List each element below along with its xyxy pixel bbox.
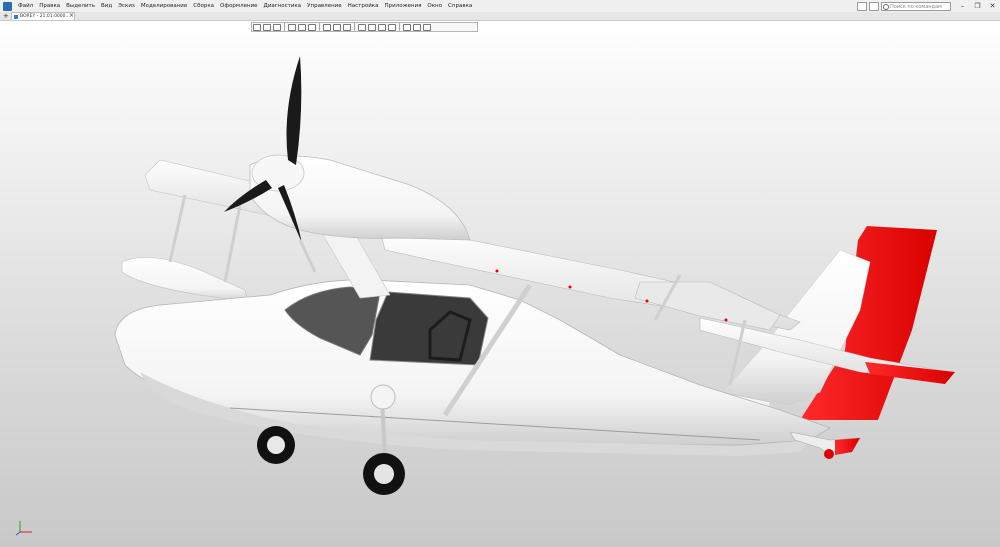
seaplane-model[interactable] (0, 21, 1000, 547)
menu-file[interactable]: Файл (15, 0, 36, 12)
title-right-tools: Поиск по командам (Alt+/) – ❐ ✕ (857, 0, 1000, 18)
gear-hub (370, 384, 396, 410)
new-tab-button[interactable]: + (3, 12, 9, 20)
document-tab[interactable]: BOREY - 21.01.0000... (11, 12, 75, 20)
panel-toggle-button[interactable] (869, 1, 879, 11)
document-tab-bar: + BOREY - 21.01.0000... × (0, 12, 1000, 21)
menu-diagnostics[interactable]: Диагностика (261, 0, 305, 12)
document-tab-label: BOREY - 21.01.0000... (20, 14, 70, 19)
command-search-input[interactable]: Поиск по командам (Alt+/) (881, 1, 951, 18)
marker-dot (645, 299, 649, 303)
menu-settings[interactable]: Настройка (345, 0, 382, 12)
layout-button[interactable] (857, 1, 867, 11)
coordinate-triad-icon (15, 521, 32, 536)
menu-view[interactable]: Вид (98, 0, 115, 12)
menu-design[interactable]: Оформление (217, 0, 261, 12)
menu-sketch[interactable]: Эскиз (115, 0, 138, 12)
marker-dot (495, 269, 499, 273)
menu-apps[interactable]: Приложения (382, 0, 425, 12)
marker-dot (568, 285, 572, 289)
search-icon (883, 3, 889, 10)
engine-strut (298, 239, 317, 273)
minimize-button[interactable]: – (955, 0, 970, 12)
app-logo-icon[interactable] (3, 1, 12, 11)
tail-wheel (824, 449, 834, 459)
marker-dot (724, 318, 728, 322)
menu-assembly[interactable]: Сборка (190, 0, 217, 12)
main-wheel-hub (374, 464, 394, 484)
close-button[interactable]: ✕ (985, 0, 1000, 12)
float-strut (168, 194, 187, 263)
menu-help[interactable]: Справка (445, 0, 475, 12)
menu-edit[interactable]: Правка (36, 0, 63, 12)
menu-window[interactable]: Окно (424, 0, 445, 12)
tab-close-button[interactable]: × (69, 12, 74, 20)
menu-select[interactable]: Выделить (63, 0, 98, 12)
menu-manage[interactable]: Управление (304, 0, 345, 12)
menu-modeling[interactable]: Моделирование (138, 0, 190, 12)
prop-blade-top (286, 56, 302, 165)
float-strut (223, 204, 242, 283)
tail-rudder-tip (835, 438, 860, 455)
nose-wheel-hub (267, 436, 285, 454)
assembly-doc-icon (14, 14, 18, 19)
restore-button[interactable]: ❐ (970, 0, 985, 12)
